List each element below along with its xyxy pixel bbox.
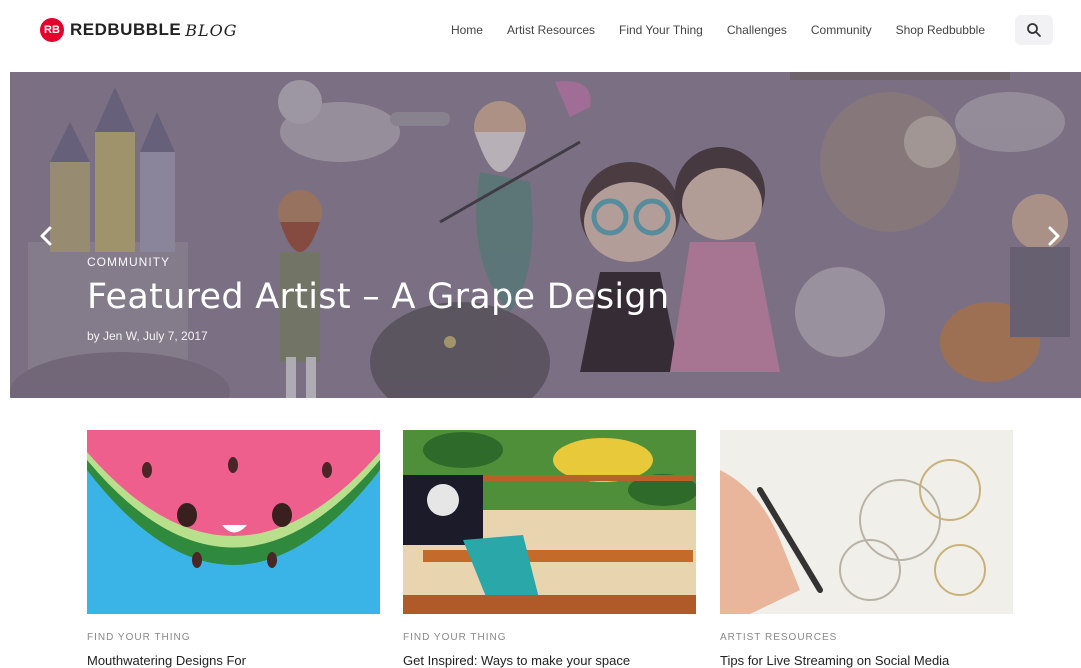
nav-community[interactable]: Community <box>799 22 884 38</box>
post-card[interactable]: FIND YOUR THING Get Inspired: Ways to ma… <box>403 430 696 668</box>
hero-meta: by Jen W, July 7, 2017 <box>87 329 208 343</box>
chevron-right-icon <box>1048 226 1060 246</box>
post-title[interactable]: Get Inspired: Ways to make your space <box>403 653 696 668</box>
carousel-prev-button[interactable] <box>34 222 58 250</box>
watermelon-illustration <box>87 430 380 614</box>
nav-shop-redbubble[interactable]: Shop Redbubble <box>884 22 997 38</box>
site-header: RB REDBUBBLE BLOG Home Artist Resources … <box>0 0 1081 72</box>
bench-room-photo <box>403 430 696 614</box>
main-nav: Home Artist Resources Find Your Thing Ch… <box>439 22 997 38</box>
logo-suffix: BLOG <box>185 20 238 40</box>
chevron-left-icon <box>40 226 52 246</box>
hero-caption: COMMUNITY Featured Artist – A Grape Desi… <box>87 255 669 343</box>
search-icon <box>1027 23 1041 37</box>
post-category[interactable]: ARTIST RESOURCES <box>720 632 1013 643</box>
search-button[interactable] <box>1015 15 1053 45</box>
post-title[interactable]: Tips for Live Streaming on Social Media <box>720 653 1013 668</box>
post-title[interactable]: Mouthwatering Designs For <box>87 653 380 668</box>
hero-overlay <box>10 72 1081 398</box>
post-card[interactable]: ARTIST RESOURCES Tips for Live Streaming… <box>720 430 1013 668</box>
nav-challenges[interactable]: Challenges <box>715 22 799 38</box>
nav-home[interactable]: Home <box>439 22 495 38</box>
hero-category[interactable]: COMMUNITY <box>87 255 669 269</box>
post-category[interactable]: FIND YOUR THING <box>87 632 380 643</box>
hero-title[interactable]: Featured Artist – A Grape Design <box>87 277 669 317</box>
post-thumbnail[interactable] <box>403 430 696 614</box>
site-logo[interactable]: RB REDBUBBLE BLOG <box>40 18 238 42</box>
nav-find-your-thing[interactable]: Find Your Thing <box>607 22 715 38</box>
redbubble-logo-icon: RB <box>40 18 64 42</box>
post-category[interactable]: FIND YOUR THING <box>403 632 696 643</box>
featured-hero-carousel[interactable]: COMMUNITY Featured Artist – A Grape Desi… <box>10 72 1081 398</box>
post-thumbnail[interactable] <box>87 430 380 614</box>
logo-text: REDBUBBLE <box>70 20 182 39</box>
carousel-next-button[interactable] <box>1042 222 1066 250</box>
drawing-hand-photo <box>720 430 1013 614</box>
post-card[interactable]: FIND YOUR THING Mouthwatering Designs Fo… <box>87 430 380 668</box>
post-thumbnail[interactable] <box>720 430 1013 614</box>
nav-artist-resources[interactable]: Artist Resources <box>495 22 607 38</box>
